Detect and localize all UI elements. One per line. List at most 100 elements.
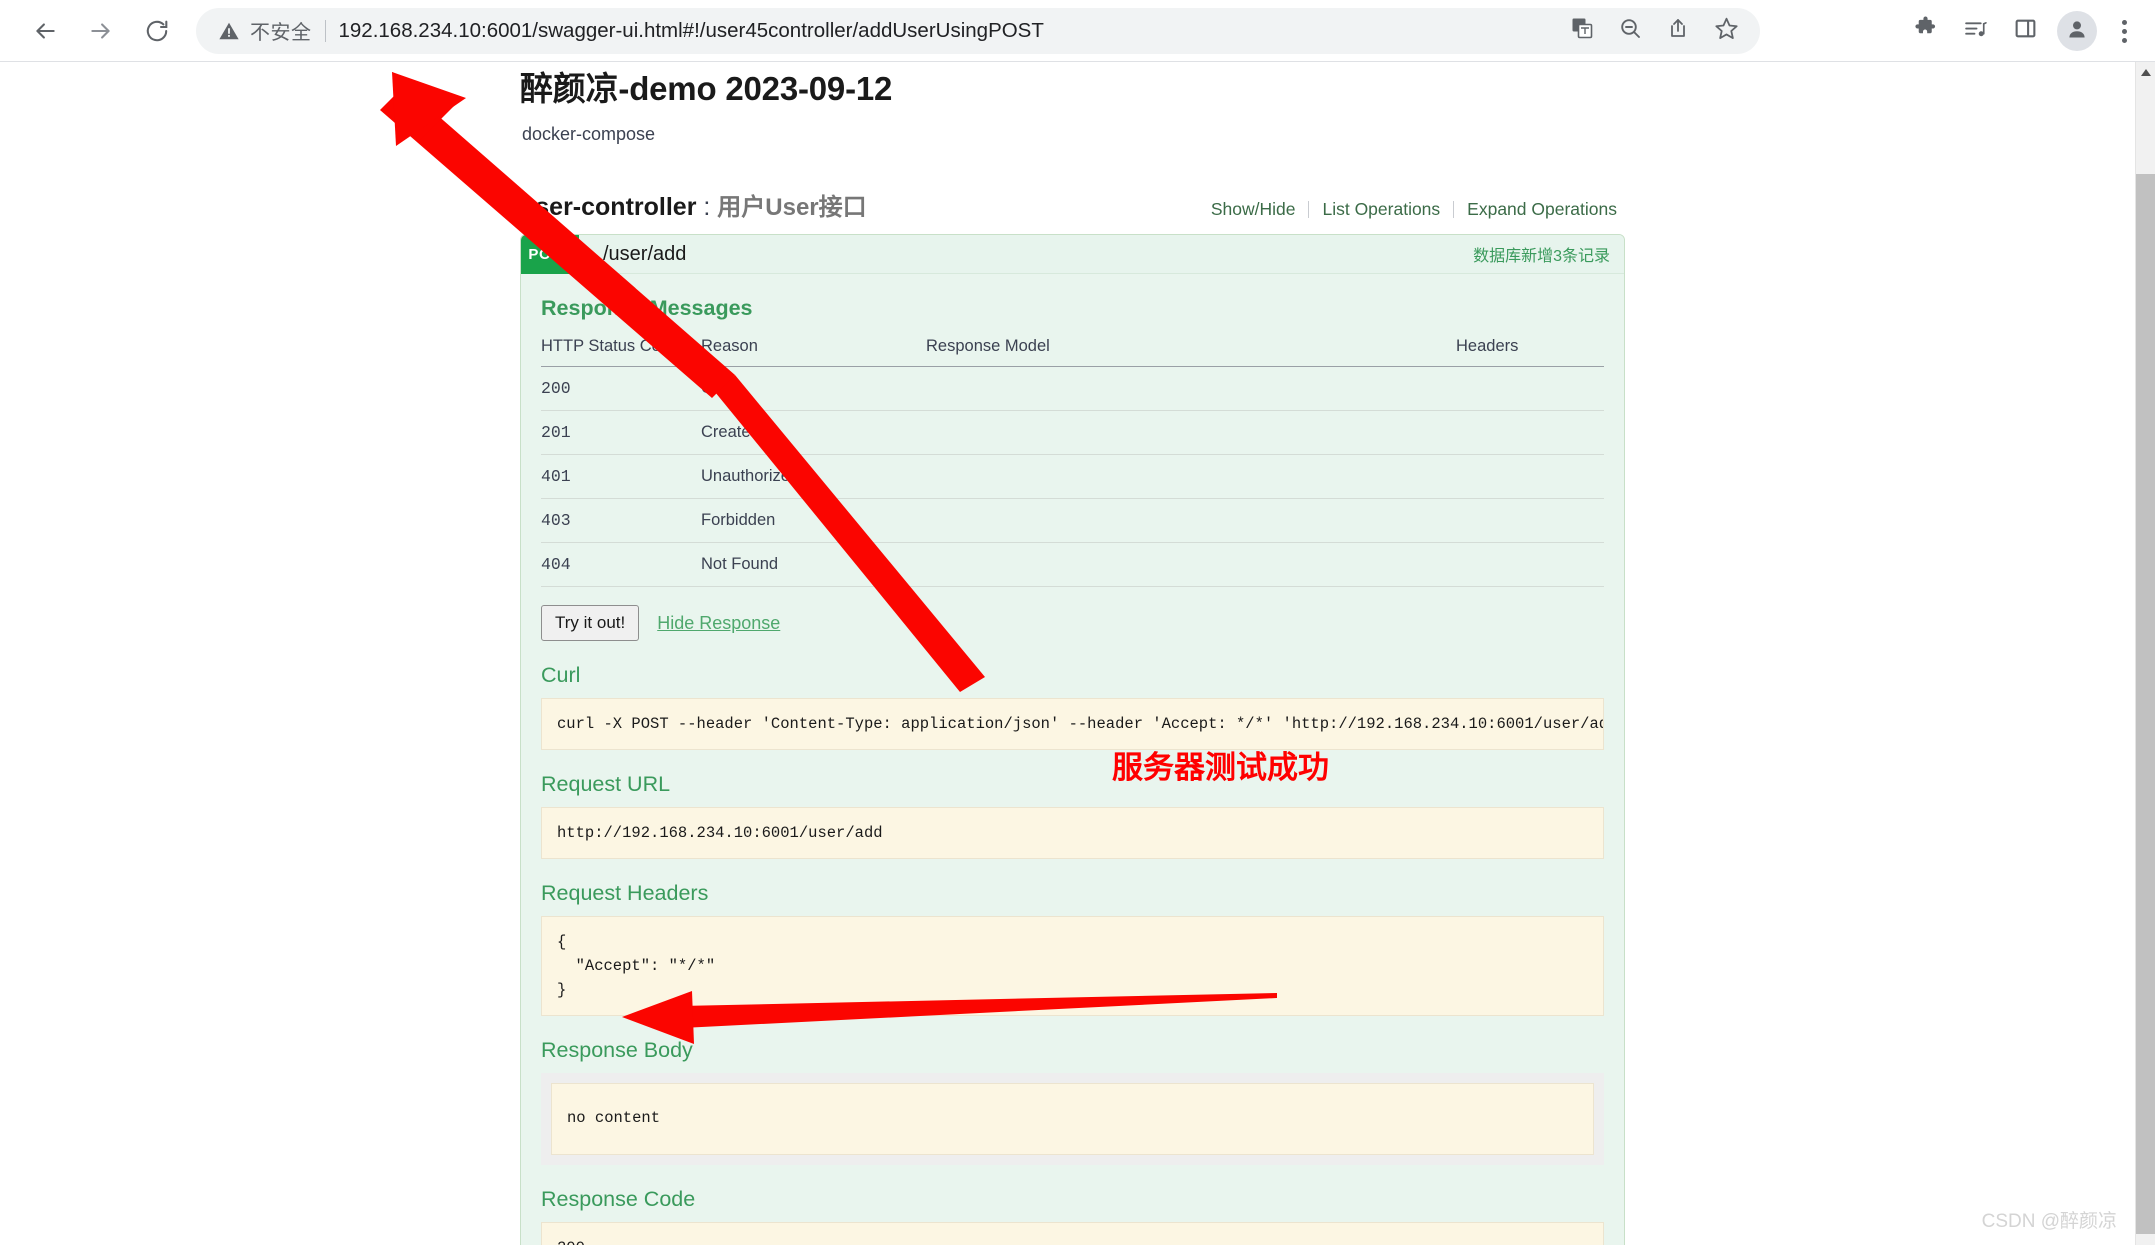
profile-avatar[interactable] xyxy=(2057,11,2097,51)
chrome-menu-button[interactable] xyxy=(2107,19,2141,43)
share-button[interactable] xyxy=(1658,11,1698,51)
forward-arrow-icon xyxy=(88,18,114,44)
cell-reason: Created xyxy=(701,410,926,455)
share-icon xyxy=(1666,16,1690,45)
address-bar[interactable]: 不安全 192.168.234.10:6001/swagger-ui.html#… xyxy=(196,7,1756,54)
cell-headers xyxy=(1456,542,1604,587)
response-messages-title: Response Messages xyxy=(541,296,753,320)
operation-body: Response Messages HTTP Status Code Reaso… xyxy=(521,274,1624,1245)
hide-response-link[interactable]: Hide Response xyxy=(657,613,780,634)
resource-separator: : xyxy=(696,193,718,221)
back-arrow-icon xyxy=(32,18,58,44)
cell-reason: Not Found xyxy=(701,542,926,587)
response-body-wrapper: no content xyxy=(541,1073,1604,1166)
cell-reason: Unauthorized xyxy=(701,454,926,499)
browser-toolbar: 不安全 192.168.234.10:6001/swagger-ui.html#… xyxy=(0,0,2155,62)
page-subtitle: docker-compose xyxy=(522,124,656,144)
curl-title: Curl xyxy=(541,663,581,687)
column-headers: Headers xyxy=(1456,331,1604,367)
try-it-out-row: Try it out! Hide Response xyxy=(541,605,1604,641)
try-it-out-button[interactable]: Try it out! xyxy=(541,605,640,641)
cell-status-code: 404 xyxy=(541,542,701,587)
response-messages-table: HTTP Status Code Reason Response Model H… xyxy=(541,331,1604,587)
table-row: 404 Not Found xyxy=(541,542,1604,587)
cell-headers xyxy=(1456,410,1604,455)
csdn-watermark: CSDN @醉颜凉 xyxy=(1981,1211,2117,1232)
response-body-section: Response Body no content xyxy=(541,1038,1604,1166)
page-viewport: 醉颜凉-demo 2023-09-12 docker-compose user-… xyxy=(0,62,2135,1245)
reload-button[interactable] xyxy=(134,8,180,54)
not-secure-warning-icon xyxy=(218,20,240,42)
cell-headers xyxy=(1456,366,1604,411)
response-code-title: Response Code xyxy=(541,1187,696,1212)
cell-response-model xyxy=(926,542,1456,587)
media-playlist-button[interactable] xyxy=(1953,9,1997,53)
person-icon xyxy=(2065,17,2089,46)
operation-header[interactable]: POST /user/add 数据库新增3条记录 xyxy=(521,235,1624,274)
resource-title[interactable]: user-controller : 用户User接口 xyxy=(520,187,867,222)
page-title: 醉颜凉-demo 2023-09-12 xyxy=(520,70,893,107)
resource-options: Show/Hide List Operations Expand Operati… xyxy=(1211,199,1617,220)
back-button[interactable] xyxy=(22,8,68,54)
request-headers-section: Request Headers { "Accept": "*/*" } xyxy=(541,881,1604,1017)
http-method-badge: POST xyxy=(521,235,579,274)
cell-response-model xyxy=(926,454,1456,499)
list-operations-link[interactable]: List Operations xyxy=(1309,199,1453,220)
request-headers-title: Request Headers xyxy=(541,881,709,906)
menu-dot xyxy=(2121,28,2127,34)
not-secure-label: 不安全 xyxy=(250,22,312,44)
curl-section: Curl curl -X POST --header 'Content-Type… xyxy=(541,663,1604,751)
omnibox-actions: G xyxy=(1562,7,1760,54)
cell-headers xyxy=(1456,498,1604,543)
cell-reason: Forbidden xyxy=(701,498,926,543)
resource-name-text: user-controller xyxy=(520,193,697,221)
request-url-section: Request URL http://192.168.234.10:6001/u… xyxy=(541,772,1604,860)
cell-status-code: 401 xyxy=(541,454,701,499)
operation-panel: POST /user/add 数据库新增3条记录 Response Messag… xyxy=(520,234,1625,1245)
zoom-out-icon xyxy=(1618,16,1642,45)
scrollbar-thumb[interactable] xyxy=(2136,174,2155,1234)
side-panel-icon xyxy=(2013,16,2038,46)
response-body-title: Response Body xyxy=(541,1038,693,1063)
curl-command: curl -X POST --header 'Content-Type: app… xyxy=(541,698,1604,751)
forward-button[interactable] xyxy=(78,8,124,54)
bookmark-star-icon xyxy=(1714,16,1739,46)
request-headers-value: { "Accept": "*/*" } xyxy=(541,916,1604,1017)
menu-dot xyxy=(2121,37,2127,43)
show-hide-link[interactable]: Show/Hide xyxy=(1211,199,1309,220)
column-http-status-code: HTTP Status Code xyxy=(541,331,701,367)
column-reason: Reason xyxy=(701,331,926,367)
cell-status-code: 201 xyxy=(541,410,701,455)
translate-button[interactable]: G xyxy=(1562,11,1602,51)
browser-toolbar-actions xyxy=(1897,0,2155,62)
cell-response-model xyxy=(926,410,1456,455)
operation-path[interactable]: /user/add xyxy=(603,243,1473,266)
translate-icon: G xyxy=(1570,16,1594,45)
extensions-button[interactable] xyxy=(1903,9,1947,53)
side-panel-button[interactable] xyxy=(2003,9,2047,53)
cell-reason: OK xyxy=(701,366,926,411)
response-code-section: Response Code 200 xyxy=(541,1187,1604,1245)
table-header-row: HTTP Status Code Reason Response Model H… xyxy=(541,331,1604,367)
table-row: 201 Created xyxy=(541,410,1604,455)
operation-summary: 数据库新增3条记录 xyxy=(1473,248,1610,265)
table-row: 200 OK xyxy=(541,366,1604,411)
request-url-title: Request URL xyxy=(541,772,671,797)
table-row: 401 Unauthorized xyxy=(541,454,1604,499)
expand-operations-link[interactable]: Expand Operations xyxy=(1454,199,1617,220)
bookmark-button[interactable] xyxy=(1706,11,1746,51)
reload-icon xyxy=(144,18,170,44)
page-scrollbar[interactable] xyxy=(2135,62,2155,1245)
media-playlist-icon xyxy=(1963,16,1988,46)
cell-status-code: 403 xyxy=(541,498,701,543)
scrollbar-up-arrow[interactable] xyxy=(2136,62,2155,82)
omnibox-divider xyxy=(324,19,326,42)
request-url-value: http://192.168.234.10:6001/user/add xyxy=(541,807,1604,860)
cell-response-model xyxy=(926,498,1456,543)
zoom-out-button[interactable] xyxy=(1610,11,1650,51)
resource-header: user-controller : 用户User接口 Show/Hide Lis… xyxy=(520,187,1625,222)
table-row: 403 Forbidden xyxy=(541,498,1604,543)
menu-dot xyxy=(2121,19,2127,25)
url-text[interactable]: 192.168.234.10:6001/swagger-ui.html#!/us… xyxy=(339,19,1044,43)
response-code-value: 200 xyxy=(541,1222,1604,1245)
